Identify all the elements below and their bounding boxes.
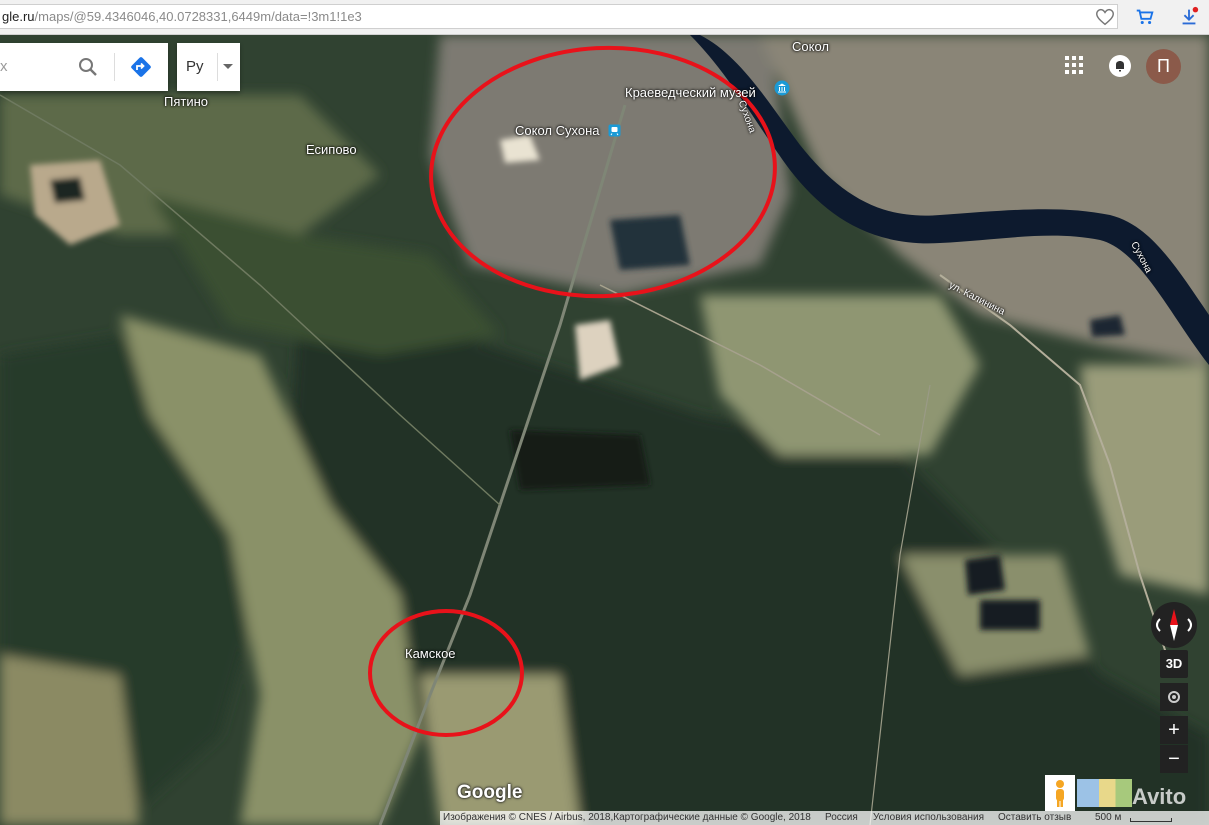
place-label-sokol[interactable]: Сокол: [792, 39, 829, 54]
heart-icon[interactable]: [1094, 6, 1116, 28]
search-box[interactable]: х: [0, 43, 168, 91]
3d-toggle-button[interactable]: 3D: [1160, 650, 1188, 678]
google-logo: Google: [457, 782, 523, 803]
my-location-button[interactable]: [1160, 683, 1188, 711]
search-input[interactable]: х: [0, 58, 8, 75]
street-view-pegman[interactable]: [1045, 775, 1075, 811]
avatar[interactable]: П: [1146, 49, 1181, 84]
place-label-station[interactable]: Сокол Сухона: [515, 123, 599, 138]
imagery-attribution: Изображения © CNES / Airbus, 2018,Картог…: [443, 812, 811, 823]
place-label-museum[interactable]: Краеведческий музей: [625, 85, 756, 100]
scale-bar: [1130, 818, 1172, 822]
notifications-icon[interactable]: [1108, 54, 1132, 78]
url-field[interactable]: gle.ru/maps/@59.4346046,40.0728331,6449m…: [0, 4, 1118, 29]
url-domain: gle.ru: [2, 9, 35, 24]
download-icon[interactable]: [1178, 6, 1200, 28]
satellite-map[interactable]: Сокол Пятино Есипово Краеведческий музей…: [0, 35, 1209, 825]
place-label-kamskoe[interactable]: Камское: [405, 646, 456, 661]
language-select[interactable]: Ру: [177, 43, 240, 91]
pegman-icon: [1056, 780, 1064, 807]
place-label-pyatino[interactable]: Пятино: [164, 94, 208, 109]
language-label: Ру: [186, 58, 204, 75]
terms-link[interactable]: Условия использования: [873, 812, 984, 823]
map-layer-thumbnail[interactable]: [1077, 779, 1132, 807]
zoom-in-button[interactable]: +: [1160, 716, 1188, 744]
museum-icon[interactable]: [774, 80, 790, 96]
cart-icon[interactable]: [1134, 6, 1156, 28]
url-path: /maps/@59.4346046,40.0728331,6449m/data=…: [34, 9, 362, 24]
country-link[interactable]: Россия: [825, 812, 858, 823]
directions-icon[interactable]: [130, 56, 152, 78]
avatar-letter: П: [1157, 56, 1170, 76]
avito-watermark: Avito: [1132, 784, 1187, 809]
zoom-out-button[interactable]: −: [1160, 745, 1188, 773]
apps-grid-icon[interactable]: [1065, 56, 1083, 74]
feedback-link[interactable]: Оставить отзыв: [998, 812, 1071, 823]
chevron-down-icon[interactable]: [223, 64, 233, 70]
place-label-esipovo[interactable]: Есипово: [306, 142, 357, 157]
train-station-icon[interactable]: [608, 124, 621, 137]
location-target-icon: [1168, 691, 1180, 703]
search-icon[interactable]: [78, 57, 98, 77]
browser-address-bar: gle.ru/maps/@59.4346046,40.0728331,6449m…: [0, 0, 1209, 35]
attribution-bar: Изображения © CNES / Airbus, 2018,Картог…: [440, 811, 1209, 825]
compass-icon[interactable]: [1150, 601, 1198, 649]
scale-label: 500 м: [1095, 812, 1122, 823]
satellite-imagery: [0, 35, 1209, 825]
